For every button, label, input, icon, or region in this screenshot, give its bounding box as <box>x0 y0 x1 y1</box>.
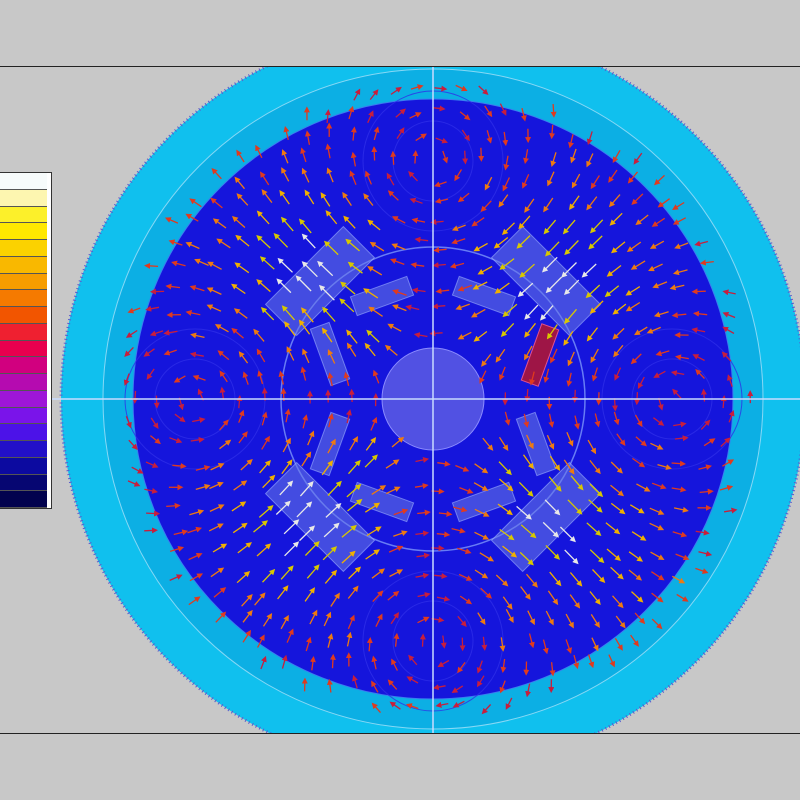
flux-arrow <box>146 510 161 517</box>
flux-arrow <box>371 146 378 161</box>
flux-arrow <box>166 502 181 509</box>
legend-swatch <box>0 256 47 274</box>
flux-arrow <box>671 460 686 467</box>
flux-arrow <box>431 303 446 310</box>
legend-swatch <box>0 307 47 324</box>
flux-arrow <box>432 262 446 269</box>
flux-arrow <box>700 388 707 402</box>
legend-swatch <box>0 407 47 425</box>
flux-arrow <box>153 395 160 409</box>
flux-arrow <box>412 150 419 164</box>
color-scale-legend <box>0 172 52 509</box>
flux-arrow <box>524 388 531 403</box>
flux-arrow <box>634 392 641 406</box>
legend-swatch <box>0 424 47 441</box>
legend-swatch <box>0 189 47 207</box>
legend-swatch <box>0 491 47 508</box>
flux-arrow <box>462 150 469 165</box>
legend-swatch <box>0 206 47 224</box>
flux-arrow <box>144 527 158 534</box>
legend-swatch <box>0 323 47 341</box>
legend-swatch <box>0 273 47 291</box>
plot-area <box>0 66 800 734</box>
legend-swatch <box>0 290 47 307</box>
legend-swatch <box>0 240 47 257</box>
flux-arrow <box>549 124 556 140</box>
legend-swatch <box>0 173 47 190</box>
flux-arrow <box>550 104 557 118</box>
legend-swatch <box>0 357 47 374</box>
flux-arrow <box>430 219 444 226</box>
flux-arrow <box>429 330 443 337</box>
legend-swatch <box>0 223 47 240</box>
flux-arrow <box>419 633 426 647</box>
legend-swatch <box>0 390 47 408</box>
field-plot <box>0 67 800 733</box>
legend-swatch <box>0 374 47 391</box>
legend-swatch <box>0 340 47 358</box>
flux-arrow <box>329 653 336 669</box>
legend-swatch <box>0 441 47 458</box>
flux-arrow <box>144 262 159 269</box>
legend-swatch <box>0 457 47 475</box>
legend-swatch <box>0 474 47 492</box>
flux-arrow <box>172 462 187 469</box>
flux-arrow <box>390 150 397 165</box>
